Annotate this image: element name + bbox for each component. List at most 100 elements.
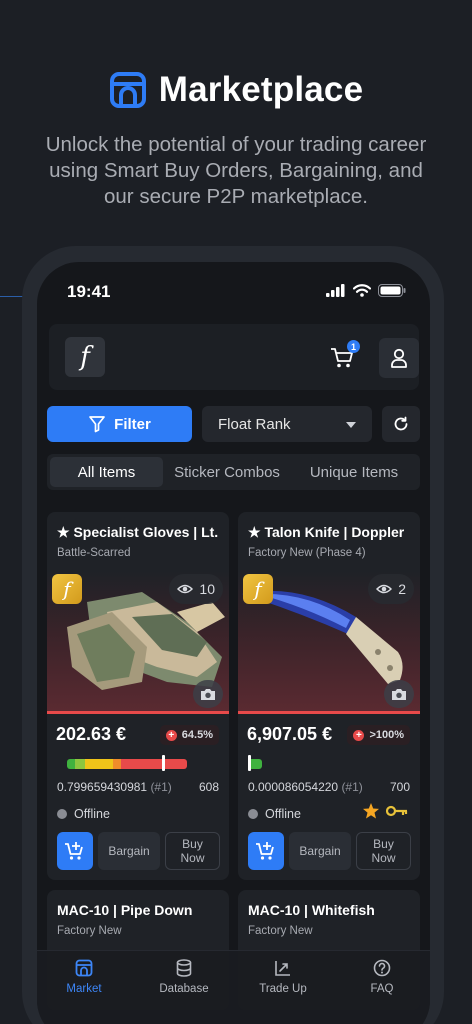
- nav-database[interactable]: Database: [149, 959, 219, 995]
- faq-icon: [373, 959, 391, 977]
- signal-icon: [326, 284, 345, 297]
- marketplace-icon: [109, 72, 146, 108]
- add-to-cart-button[interactable]: [248, 832, 284, 870]
- nav-label: Market: [66, 983, 102, 995]
- nav-trade-up[interactable]: Trade Up: [248, 959, 318, 995]
- market-icon: [75, 959, 93, 977]
- bottom-navigation: Market Database Trade Up FAQ: [37, 950, 430, 1024]
- price-percent-badge: + 64.5%: [159, 725, 219, 745]
- camera-icon: [201, 688, 215, 700]
- status-dot: [248, 809, 258, 819]
- nav-label: Database: [159, 983, 209, 995]
- trade-up-icon: [275, 961, 290, 976]
- status-time: 19:41: [67, 282, 111, 301]
- pattern-number: 700: [389, 780, 410, 794]
- buy-now-button[interactable]: Buy Now: [356, 832, 411, 870]
- hero-subtitle-line: Unlock the potential of your trading car…: [45, 133, 427, 156]
- bargain-button[interactable]: Bargain: [98, 832, 160, 870]
- tab-sticker-combos[interactable]: Sticker Combos: [163, 457, 291, 487]
- price-percent: >100%: [369, 729, 404, 741]
- seller-status: Offline: [248, 807, 301, 821]
- app-header: f 1: [49, 324, 419, 390]
- seller-status-label: Offline: [74, 807, 110, 821]
- sort-value: Float Rank: [218, 415, 291, 433]
- price-percent-badge: + >100%: [347, 725, 410, 745]
- refresh-icon: [394, 416, 408, 431]
- float-rank: (#1): [341, 780, 363, 794]
- filter-label: Filter: [114, 415, 151, 433]
- float-marker: [161, 755, 165, 771]
- user-icon: [391, 348, 407, 368]
- float-rank: (#1): [150, 780, 172, 794]
- hero-title: Marketplace: [158, 70, 364, 109]
- wifi-icon: [353, 284, 371, 297]
- buy-now-label: Buy: [182, 837, 203, 851]
- float-value: 0.000086054220 (#1): [248, 780, 363, 794]
- buy-now-button[interactable]: Buy Now: [165, 832, 220, 870]
- listing-card[interactable]: ★ Specialist Gloves | Lt. ... Battle-Sca…: [47, 512, 229, 880]
- listing-price: 202.63 €: [56, 724, 127, 744]
- listing-wear: Factory New: [57, 925, 122, 937]
- listing-price: 6,907.05 €: [247, 724, 333, 744]
- listing-wear: Factory New (Phase 4): [248, 547, 366, 559]
- hero-subtitle-line: using Smart Buy Orders, Bargaining, and: [49, 159, 423, 182]
- float-marker: [248, 755, 251, 771]
- item-extras: [362, 802, 408, 820]
- phone-screen: 19:41 f 1 Filter Float Rank All Items St…: [37, 262, 430, 1024]
- category-tabs: All Items Sticker Combos Unique Items: [47, 454, 420, 490]
- listing-wear: Factory New: [248, 925, 313, 937]
- bargain-button[interactable]: Bargain: [289, 832, 351, 870]
- listing-wear: Battle-Scarred: [57, 547, 131, 559]
- screenshot-button[interactable]: [193, 680, 223, 708]
- listing-name: ★ Specialist Gloves | Lt. ...: [57, 524, 223, 540]
- float-number: 0.000086054220: [248, 780, 339, 794]
- camera-icon: [392, 688, 406, 700]
- star-icon: [363, 803, 379, 819]
- battery-icon: [378, 284, 406, 297]
- brand-badge-icon: f: [243, 574, 273, 604]
- profile-button[interactable]: [379, 338, 419, 378]
- filter-button[interactable]: Filter: [47, 406, 192, 442]
- nav-label: Trade Up: [259, 983, 307, 995]
- hero-subtitle-line: our secure P2P marketplace.: [104, 185, 368, 208]
- views-counter: 10: [169, 574, 223, 604]
- screenshot-button[interactable]: [384, 680, 414, 708]
- brand-badge-icon: f: [52, 574, 82, 604]
- float-number: 0.799659430981: [57, 780, 148, 794]
- refresh-button[interactable]: [382, 406, 420, 442]
- listing-name: MAC-10 | Pipe Down: [57, 902, 193, 918]
- listing-card[interactable]: ★ Talon Knife | Doppler Factory New (Pha…: [238, 512, 420, 880]
- eye-icon: [376, 584, 393, 594]
- price-percent: 64.5%: [181, 729, 213, 741]
- sort-dropdown[interactable]: Float Rank: [202, 406, 372, 442]
- status-dot: [57, 809, 67, 819]
- brand-logo[interactable]: f: [65, 337, 105, 377]
- tab-all-items[interactable]: All Items: [50, 457, 163, 487]
- views-count: 2: [398, 581, 406, 597]
- chevron-down-icon: [346, 422, 356, 428]
- buy-now-label: Buy: [373, 837, 394, 851]
- status-icons: [326, 284, 406, 297]
- nav-faq[interactable]: FAQ: [347, 959, 417, 995]
- tab-unique-items[interactable]: Unique Items: [291, 457, 417, 487]
- cart-plus-icon: [65, 842, 83, 860]
- views-count: 10: [199, 581, 215, 597]
- hero-header: Marketplace: [0, 70, 472, 110]
- plus-icon: +: [353, 729, 365, 741]
- status-bar: 19:41: [37, 282, 430, 302]
- seller-status: Offline: [57, 807, 110, 821]
- filter-icon: [89, 416, 106, 433]
- listing-name: ★ Talon Knife | Doppler: [248, 524, 405, 540]
- pattern-number: 608: [198, 780, 219, 794]
- hero-subtitle: Unlock the potential of your trading car…: [20, 132, 452, 210]
- key-icon: [386, 805, 408, 817]
- add-to-cart-button[interactable]: [57, 832, 93, 870]
- nav-label: FAQ: [370, 983, 394, 995]
- cart-count-badge: 1: [347, 340, 360, 353]
- seller-status-label: Offline: [265, 807, 301, 821]
- float-value: 0.799659430981 (#1): [57, 780, 172, 794]
- nav-market[interactable]: Market: [49, 959, 119, 995]
- cart-plus-icon: [256, 842, 274, 860]
- buy-now-label: Now: [180, 851, 205, 865]
- database-icon: [176, 959, 192, 977]
